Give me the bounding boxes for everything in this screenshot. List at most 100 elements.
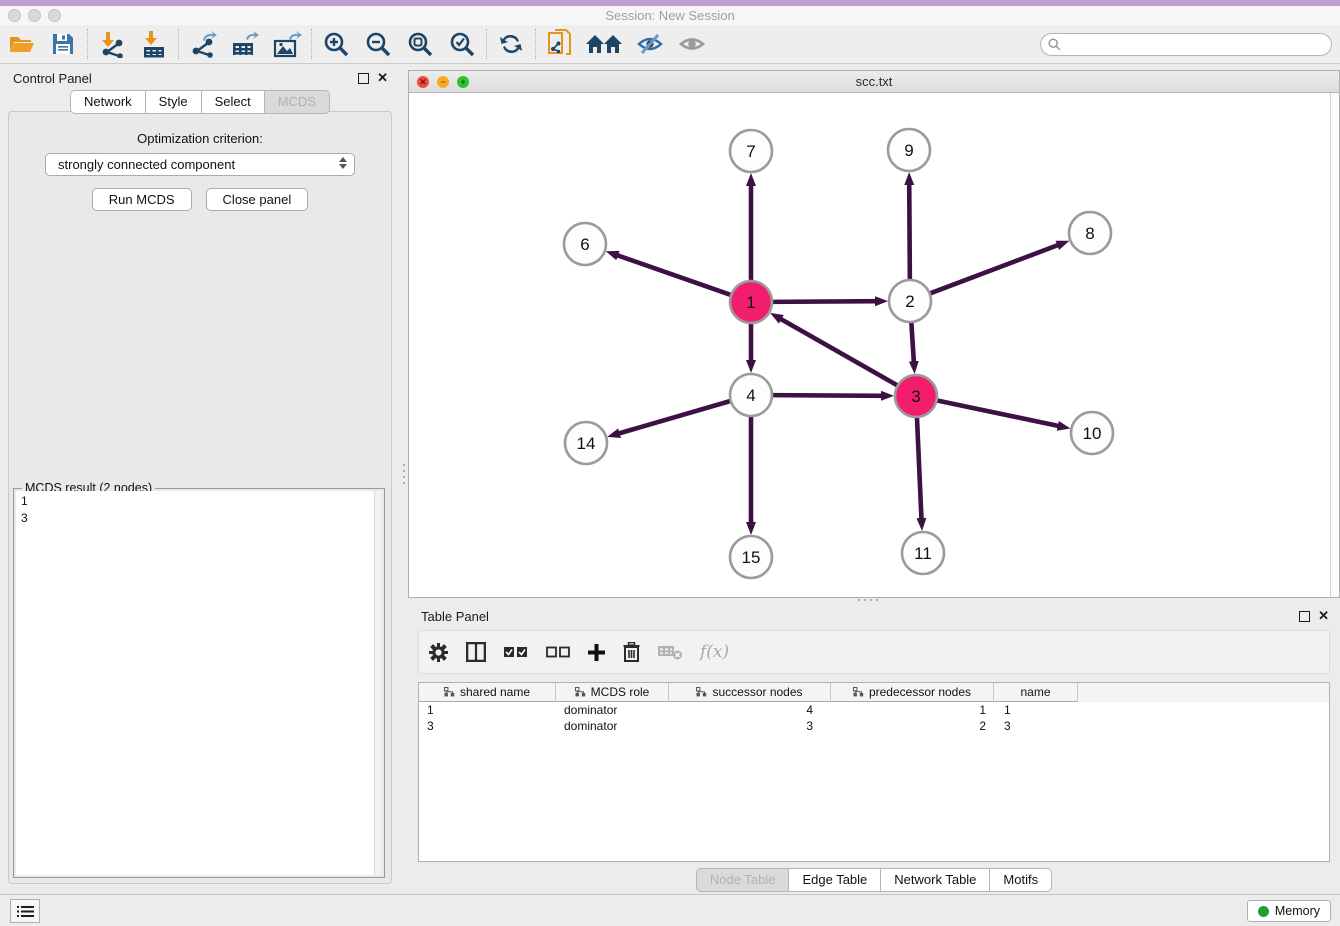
edge-2-9[interactable] [909,184,910,280]
attribute-type-icon [444,687,455,697]
tab-mcds[interactable]: MCDS [265,90,330,114]
import-table-button[interactable] [133,28,175,60]
network-vertical-scrollbar[interactable] [1330,93,1339,597]
create-column-plus-icon[interactable] [588,644,605,661]
table-cell[interactable]: 1 [419,702,556,718]
network-window-titlebar[interactable]: ✕ − + scc.txt [409,71,1339,93]
close-panel-button[interactable]: Close panel [206,188,309,211]
unselect-all-columns-icon[interactable] [546,646,570,658]
network-canvas[interactable]: 7968124314101511 [409,93,1331,597]
zoom-fit-button[interactable] [399,28,441,60]
mcds-result-text[interactable]: 1 3 [16,491,382,875]
run-mcds-button[interactable]: Run MCDS [92,188,192,211]
search-field[interactable] [1040,33,1332,56]
table-cell[interactable]: 4 [669,702,831,718]
zoom-out-icon [365,31,392,58]
export-network-button[interactable] [182,28,224,60]
graph-node-label-3: 3 [911,387,920,406]
vertical-splitter[interactable] [400,64,408,900]
table-cell[interactable]: 2 [831,718,994,734]
tab-node-table[interactable]: Node Table [696,868,790,892]
graph-node-label-1: 1 [746,293,755,312]
delete-column-trash-icon[interactable] [623,642,640,662]
show-columns-icon[interactable] [466,642,486,662]
table-row[interactable]: 1dominator411 [419,702,1329,718]
table-settings-gear-icon[interactable] [429,643,448,662]
toolbar-separator [535,29,536,59]
clone-network-icon [547,29,573,59]
table-cell[interactable]: 3 [419,718,556,734]
graph-node-label-11: 11 [914,544,932,563]
graph-node-label-14: 14 [577,434,596,453]
mcds-result-group: MCDS result (2 nodes) 1 3 [13,488,385,878]
column-header-predecessor-nodes[interactable]: predecessor nodes [831,683,994,702]
table-cell[interactable]: 1 [831,702,994,718]
result-scrollbar[interactable] [374,491,382,875]
edge-2-8[interactable] [930,245,1059,294]
edge-1-6[interactable] [617,255,731,295]
zoom-fit-icon [407,31,434,58]
edge-2-3[interactable] [911,322,914,362]
memory-button[interactable]: Memory [1247,900,1331,922]
tab-network-table[interactable]: Network Table [881,868,990,892]
command-panel-button[interactable] [10,899,40,923]
table-cell[interactable]: 1 [994,702,1078,718]
tab-style[interactable]: Style [146,90,202,114]
column-header-shared-name[interactable]: shared name [419,683,556,702]
import-table-icon [140,30,168,58]
table-cell[interactable]: 3 [669,718,831,734]
zoom-selected-button[interactable] [441,28,483,60]
dropdown-stepper-icon [339,157,347,169]
table-row[interactable]: 3dominator323 [419,718,1329,734]
zoom-out-button[interactable] [357,28,399,60]
table-panel: Table Panel ✕ [408,602,1340,900]
select-all-columns-icon[interactable] [504,646,528,658]
edge-4-14[interactable] [619,401,731,434]
window-titlebar: Session: New Session [0,6,1340,25]
tab-network[interactable]: Network [70,90,146,114]
open-session-button[interactable] [0,28,42,60]
hide-panels-button[interactable] [629,28,671,60]
table-toolbar: f(x) [418,630,1330,674]
graph-node-label-15: 15 [742,548,761,567]
delete-table-icon-disabled [658,644,682,660]
export-table-icon [230,30,260,58]
column-header-name[interactable]: name [994,683,1078,702]
close-table-panel-icon[interactable]: ✕ [1318,608,1329,624]
export-table-button[interactable] [224,28,266,60]
zoom-selected-icon [449,31,476,58]
criterion-dropdown[interactable]: strongly connected component [45,153,355,176]
tab-edge-table[interactable]: Edge Table [789,868,881,892]
float-table-panel-icon[interactable] [1299,611,1310,622]
table-cell[interactable]: dominator [556,702,669,718]
ndex-home-button[interactable] [581,28,629,60]
zoom-in-icon [323,31,350,58]
table-cell[interactable]: dominator [556,718,669,734]
column-header-successor-nodes[interactable]: successor nodes [669,683,831,702]
control-panel-tabs: Network Style Select MCDS [0,90,400,114]
column-header-MCDS-role[interactable]: MCDS role [556,683,669,702]
edge-4-3[interactable] [772,395,882,396]
edge-3-1[interactable] [781,319,898,386]
table-tabs: Node Table Edge Table Network Table Moti… [408,868,1340,892]
tab-motifs[interactable]: Motifs [990,868,1052,892]
float-panel-icon[interactable] [358,73,369,84]
edge-1-2[interactable] [772,301,876,302]
show-panels-button[interactable] [671,28,713,60]
function-builder-icon-disabled: f(x) [700,642,729,662]
zoom-in-button[interactable] [315,28,357,60]
criterion-value: strongly connected component [58,157,235,172]
export-image-button[interactable] [266,28,308,60]
graph-node-label-8: 8 [1085,224,1094,243]
search-input[interactable] [1065,38,1331,52]
import-network-button[interactable] [91,28,133,60]
refresh-layout-button[interactable] [490,28,532,60]
status-bar: Memory [0,894,1340,926]
tab-select[interactable]: Select [202,90,265,114]
close-panel-icon[interactable]: ✕ [377,70,388,86]
table-cell[interactable]: 3 [994,718,1078,734]
edge-3-10[interactable] [937,400,1059,426]
save-session-button[interactable] [42,28,84,60]
clone-network-button[interactable] [539,28,581,60]
edge-3-11[interactable] [917,417,922,519]
